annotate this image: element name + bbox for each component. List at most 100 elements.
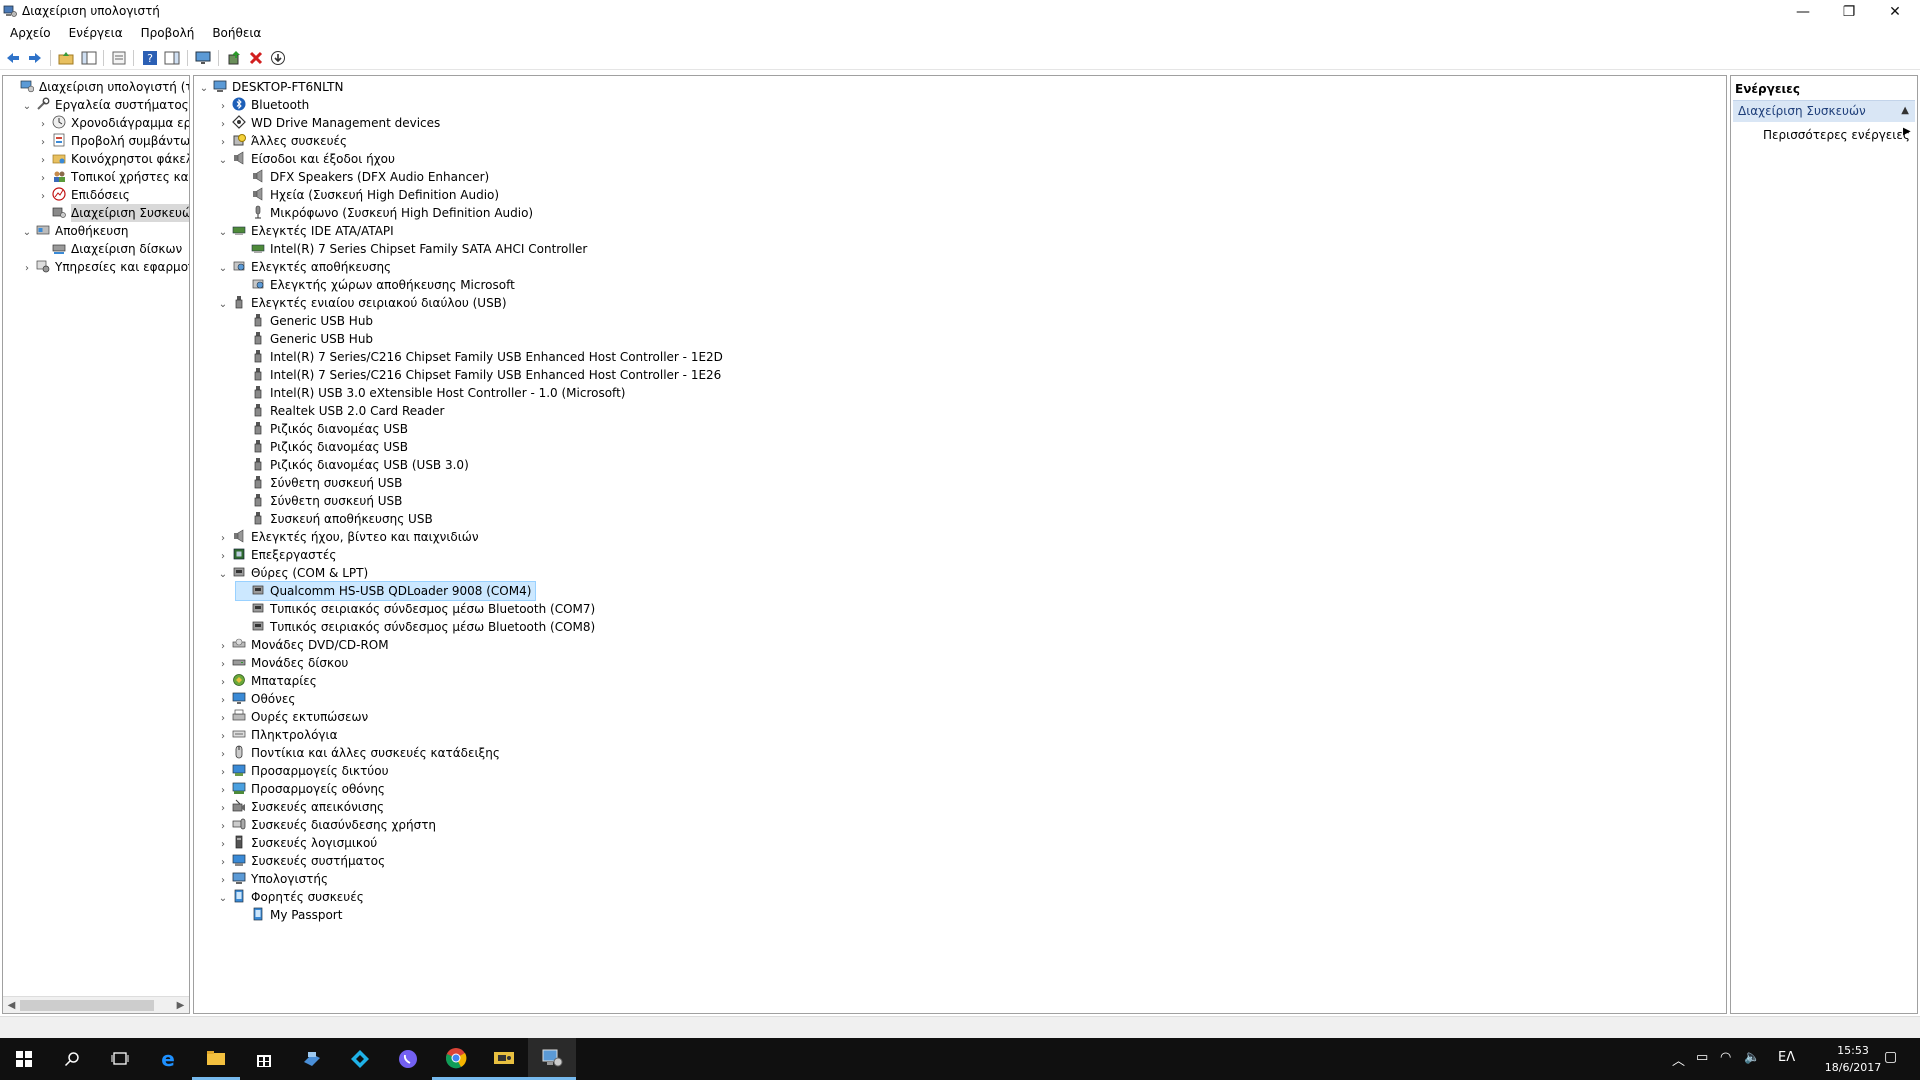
device-tree-item[interactable]: Intel(R) 7 Series Chipset Family SATA AH… [236, 240, 587, 258]
viber-icon[interactable] [384, 1038, 432, 1080]
device-tree-item[interactable]: › Συσκευές απεικόνισης [217, 798, 384, 816]
device-tree-item[interactable]: › Υπολογιστής [217, 870, 328, 888]
nav-tree-item[interactable]: ⌄ Αποθήκευση [21, 222, 129, 242]
language-indicator[interactable]: ΕΛ [1778, 1050, 1795, 1065]
clock[interactable]: 15:53 18/6/2017 [1820, 1042, 1886, 1076]
device-tree-item[interactable]: Generic USB Hub [236, 330, 373, 348]
collapse-chevron-icon[interactable]: ⌄ [217, 296, 229, 314]
device-tree-item[interactable]: ⌄ DESKTOP-FT6NLTN [198, 78, 344, 98]
device-tree-item[interactable]: My Passport [236, 906, 342, 924]
device-tree-item[interactable]: Συσκευή αποθήκευσης USB [236, 510, 433, 528]
collapse-chevron-icon[interactable]: ⌄ [217, 566, 229, 584]
device-tree-item[interactable]: › Μονάδες δίσκου [217, 654, 348, 672]
device-tree-item[interactable]: Μικρόφωνο (Συσκευή High Definition Audio… [236, 204, 533, 222]
collapse-chevron-icon[interactable]: ⌄ [21, 98, 33, 116]
nav-tree-item[interactable]: Διαχείριση δίσκων [37, 240, 182, 258]
scroll-left-icon[interactable]: ◀ [3, 997, 20, 1013]
nav-tree-item[interactable]: › Προβολή συμβάντων [37, 132, 189, 150]
nav-tree-item[interactable]: Διαχείριση υπολογιστή (τοπικός) [5, 78, 189, 96]
update-driver-icon[interactable] [225, 49, 243, 67]
kodi-icon[interactable] [336, 1038, 384, 1080]
device-tree-item[interactable]: Ριζικός διανομέας USB (USB 3.0) [236, 456, 469, 474]
device-tree-item[interactable]: Realtek USB 2.0 Card Reader [236, 402, 444, 420]
show-hide-tree-icon[interactable] [80, 49, 98, 67]
device-tree-item[interactable]: › Bluetooth [217, 96, 309, 114]
menu-help[interactable]: Βοήθεια [202, 24, 269, 44]
collapse-chevron-icon[interactable]: ⌄ [21, 224, 33, 242]
device-tree-item[interactable]: › Επεξεργαστές [217, 546, 336, 564]
windows-start-icon[interactable] [0, 1038, 48, 1080]
device-tree-item[interactable]: › Συσκευές λογισμικού [217, 834, 377, 852]
search-icon[interactable] [48, 1038, 96, 1080]
device-tree-item[interactable]: Ηχεία (Συσκευή High Definition Audio) [236, 186, 499, 204]
chevron-up-icon[interactable]: ︿ [1672, 1050, 1685, 1069]
chrome-icon[interactable] [432, 1038, 480, 1080]
collapse-chevron-icon[interactable]: ⌄ [198, 80, 210, 98]
submenu-arrow-icon[interactable]: ▶ [1903, 126, 1911, 137]
collapse-chevron-icon[interactable]: ⌄ [217, 260, 229, 278]
device-tree-item[interactable]: ⌄ Θύρες (COM & LPT) [217, 564, 368, 582]
device-tree-item[interactable]: DFX Speakers (DFX Audio Enhancer) [236, 168, 489, 186]
collapse-chevron-icon[interactable]: ⌄ [217, 152, 229, 170]
wifi-icon[interactable]: ◠ [1720, 1050, 1731, 1065]
file-explorer-icon[interactable] [192, 1038, 240, 1080]
action-pane-icon[interactable] [163, 49, 181, 67]
device-tree-item[interactable]: Σύνθετη συσκευή USB [236, 474, 402, 492]
nav-tree-item[interactable]: › Υπηρεσίες και εφαρμογές [21, 258, 189, 278]
device-tree-item[interactable]: Τυπικός σειριακός σύνδεσμος μέσω Bluetoo… [236, 600, 595, 618]
device-tree-item[interactable]: › Μονάδες DVD/CD-ROM [217, 636, 389, 654]
device-tree-item[interactable]: ⌄ Είσοδοι και έξοδοι ήχου [217, 150, 395, 168]
volume-icon[interactable]: 🔈 [1744, 1050, 1760, 1065]
app-icon[interactable] [288, 1038, 336, 1080]
store-icon[interactable] [240, 1038, 288, 1080]
maximize-button[interactable]: ❐ [1826, 0, 1872, 24]
nav-tree-item[interactable]: ›Χρονοδιάγραμμα εργασιών [37, 114, 189, 132]
device-tree-item[interactable]: Ελεγκτής χώρων αποθήκευσης Microsoft [236, 276, 515, 294]
device-tree-item[interactable]: ⌄ Ελεγκτές αποθήκευσης [217, 258, 391, 276]
notification-center-icon[interactable]: ▢ [1884, 1049, 1897, 1065]
device-tree-item[interactable]: Τυπικός σειριακός σύνδεσμος μέσω Bluetoo… [236, 618, 595, 636]
device-tree-item[interactable]: › Συσκευές συστήματος [217, 852, 385, 870]
folder-up-icon[interactable] [57, 49, 75, 67]
nav-tree-item[interactable]: ⌄ Εργαλεία συστήματος [21, 96, 189, 114]
device-tree-item[interactable]: Intel(R) USB 3.0 eXtensible Host Control… [236, 384, 625, 402]
device-tree-item[interactable]: ⌄ Ελεγκτές IDE ATA/ATAPI [217, 222, 394, 240]
help-icon[interactable]: ? [141, 49, 159, 67]
app2-icon[interactable] [480, 1038, 528, 1080]
device-tree-item[interactable]: Ριζικός διανομέας USB [236, 438, 408, 456]
device-tree-item[interactable]: › Πληκτρολόγια [217, 726, 338, 744]
edge-icon[interactable]: e [144, 1038, 192, 1080]
menu-action[interactable]: Ενέργεια [59, 24, 131, 44]
device-tree-item[interactable]: › Μπαταρίες [217, 672, 317, 690]
expand-chevron-icon[interactable]: › [21, 260, 33, 278]
uninstall-icon[interactable] [247, 49, 265, 67]
properties-icon[interactable] [110, 49, 128, 67]
device-tree-item[interactable]: › Ελεγκτές ήχου, βίντεο και παιχνιδιών [217, 528, 479, 546]
menu-view[interactable]: Προβολή [131, 24, 203, 44]
device-tree-item[interactable]: Qualcomm HS-USB QDLoader 9008 (COM4) [234, 581, 537, 601]
device-tree-item[interactable]: Generic USB Hub [236, 312, 373, 330]
nav-tree-item[interactable]: ›Τοπικοί χρήστες και ομάδες [37, 168, 189, 186]
device-tree-item[interactable]: Ριζικός διανομέας USB [236, 420, 408, 438]
task-view-icon[interactable] [96, 1038, 144, 1080]
device-tree-item[interactable]: ⌄ Ελεγκτές ενιαίου σειριακού διαύλου (USB… [217, 294, 507, 312]
device-tree-item[interactable]: › Προσαρμογείς οθόνης [217, 780, 385, 798]
device-tree-item[interactable]: › Ποντίκια και άλλες συσκευές κατάδειξης [217, 744, 500, 762]
forward-arrow-icon[interactable] [26, 49, 44, 67]
collapse-up-icon[interactable]: ▲ [1901, 105, 1909, 116]
device-tree-item[interactable]: › Άλλες συσκευές [217, 132, 347, 150]
minimize-button[interactable]: — [1780, 0, 1826, 24]
scroll-right-icon[interactable]: ▶ [172, 997, 189, 1013]
device-tree-item[interactable]: Intel(R) 7 Series/C216 Chipset Family US… [236, 348, 723, 366]
device-tree-item[interactable]: ⌄ Φορητές συσκευές [217, 888, 364, 906]
device-tree-item[interactable]: Σύνθετη συσκευή USB [236, 492, 402, 510]
nav-tree-item[interactable]: Διαχείριση Συσκευών [37, 204, 189, 222]
computer-management-icon[interactable] [528, 1038, 576, 1080]
collapse-chevron-icon[interactable]: ⌄ [217, 890, 229, 908]
device-tree-item[interactable]: Intel(R) 7 Series/C216 Chipset Family US… [236, 366, 721, 384]
device-tree-item[interactable]: › Οθόνες [217, 690, 295, 708]
horizontal-scrollbar[interactable]: ◀ ▶ [3, 996, 189, 1013]
device-tree-item[interactable]: › Συσκευές διασύνδεσης χρήστη [217, 816, 436, 834]
battery-icon[interactable]: ▭ [1696, 1050, 1708, 1065]
monitor-scan-icon[interactable] [194, 49, 212, 67]
